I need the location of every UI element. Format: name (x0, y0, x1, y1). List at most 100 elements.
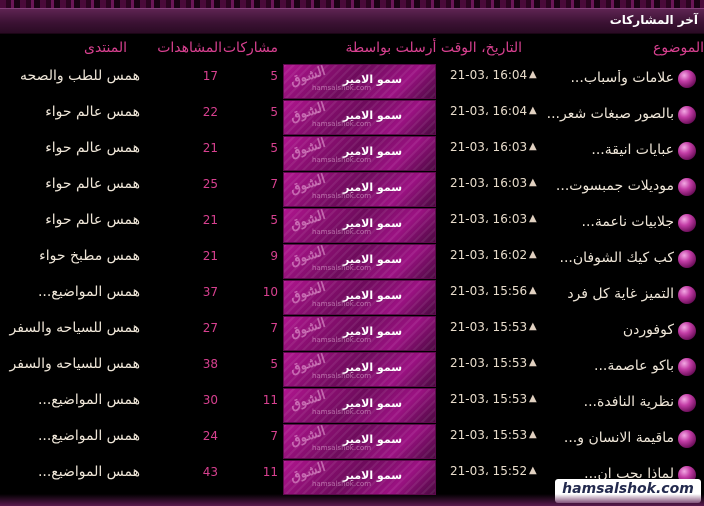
topic-link[interactable]: موديلات جمبسوت... (556, 178, 674, 194)
poster-card[interactable]: الشوق hamsalshok.com سمو الامير (283, 244, 436, 279)
triangle-up-icon[interactable]: ▲ (529, 69, 537, 80)
poster-name[interactable]: سمو الامير (284, 289, 437, 302)
post-date: 21-03، 15:53 (450, 392, 528, 406)
post-row: جلابيات ناعمة... ▲ 21-03، 16:03 الشوق hamsal… (0, 208, 704, 244)
poster-card[interactable]: الشوق hamsalshok.com سمو الامير (283, 316, 436, 351)
views-count: 27 (202, 321, 218, 335)
poster-card[interactable]: الشوق hamsalshok.com سمو الامير (283, 64, 436, 99)
views-count: 22 (202, 105, 218, 119)
poster-card[interactable]: الشوق hamsalshok.com سمو الامير (283, 208, 436, 243)
post-row: كوفوردن ▲ 21-03، 15:53 الشوق hamsalshok.com س… (0, 316, 704, 352)
pink-orb-icon (678, 142, 696, 160)
poster-name[interactable]: سمو الامير (284, 145, 437, 158)
header-views: المشاهدات (157, 40, 222, 56)
post-date: 21-03، 16:03 (450, 212, 528, 226)
poster-card[interactable]: الشوق hamsalshok.com سمو الامير (283, 424, 436, 459)
topic-link[interactable]: علامات وأسباب... (570, 70, 674, 86)
post-date: 21-03، 16:04 (450, 104, 528, 118)
pink-orb-icon (678, 106, 696, 124)
poster-card[interactable]: الشوق hamsalshok.com سمو الامير (283, 460, 436, 495)
topic-link[interactable]: كوفوردن (623, 322, 674, 338)
triangle-up-icon[interactable]: ▲ (529, 321, 537, 332)
posts-count: 5 (270, 105, 278, 119)
forum-link[interactable]: همس عالم حواء (45, 176, 140, 192)
triangle-up-icon[interactable]: ▲ (529, 105, 537, 116)
post-row: بالصور صبغات شعر... ▲ 21-03، 16:04 الشوق ham… (0, 100, 704, 136)
topic-link[interactable]: بالصور صبغات شعر... (547, 106, 674, 122)
triangle-up-icon[interactable]: ▲ (529, 249, 537, 260)
topic-link[interactable]: جلابيات ناعمة... (582, 214, 675, 230)
forum-link[interactable]: همس المواضيع... (38, 284, 140, 300)
forum-link[interactable]: همس عالم حواء (45, 212, 140, 228)
posts-count: 7 (270, 321, 278, 335)
poster-name[interactable]: سمو الامير (284, 469, 437, 482)
forum-link[interactable]: همس للسياحه والسفر (10, 356, 140, 372)
header-date: التاريخ، الوقت أرسلت بواسطة (345, 40, 522, 56)
poster-name[interactable]: سمو الامير (284, 253, 437, 266)
poster-card[interactable]: الشوق hamsalshok.com سمو الامير (283, 172, 436, 207)
posts-count: 10 (262, 285, 278, 299)
forum-link[interactable]: همس المواضيع... (38, 464, 140, 480)
post-row: التميز غاية كل فرد ▲ 21-03، 15:56 الشوق hams… (0, 280, 704, 316)
views-count: 17 (202, 69, 218, 83)
post-row: موديلات جمبسوت... ▲ 21-03، 16:03 الشوق hamsa… (0, 172, 704, 208)
poster-card[interactable]: الشوق hamsalshok.com سمو الامير (283, 280, 436, 315)
topic-link[interactable]: باكو عاصمة... (594, 358, 674, 374)
views-count: 25 (202, 177, 218, 191)
post-date: 21-03، 15:53 (450, 320, 528, 334)
poster-name[interactable]: سمو الامير (284, 181, 437, 194)
poster-name[interactable]: سمو الامير (284, 361, 437, 374)
post-row: علامات وأسباب... ▲ 21-03، 16:04 الشوق hamsal… (0, 64, 704, 100)
forum-link[interactable]: همس المواضيع... (38, 392, 140, 408)
block-title: آخر المشاركات (609, 13, 698, 27)
triangle-up-icon[interactable]: ▲ (529, 177, 537, 188)
poster-card[interactable]: الشوق hamsalshok.com سمو الامير (283, 100, 436, 135)
topic-link[interactable]: ماقيمة الانسان و... (564, 430, 674, 446)
post-row: باكو عاصمة... ▲ 21-03، 15:53 الشوق hamsalsho… (0, 352, 704, 388)
forum-link[interactable]: همس المواضيع... (38, 428, 140, 444)
forum-link[interactable]: همس عالم حواء (45, 104, 140, 120)
topic-link[interactable]: كب كيك الشوفان... (560, 250, 674, 266)
poster-card[interactable]: الشوق hamsalshok.com سمو الامير (283, 352, 436, 387)
posts-count: 11 (262, 393, 278, 407)
forum-link[interactable]: همس مطبخ حواء (39, 248, 140, 264)
views-count: 43 (202, 465, 218, 479)
forum-link[interactable]: همس عالم حواء (45, 140, 140, 156)
triangle-up-icon[interactable]: ▲ (529, 141, 537, 152)
poster-card[interactable]: الشوق hamsalshok.com سمو الامير (283, 136, 436, 171)
views-count: 21 (202, 213, 218, 227)
triangle-up-icon[interactable]: ▲ (529, 429, 537, 440)
post-date: 21-03، 15:53 (450, 356, 528, 370)
topic-link[interactable]: عبايات انيقة... (591, 142, 674, 158)
post-date: 21-03، 16:03 (450, 140, 528, 154)
triangle-up-icon[interactable]: ▲ (529, 213, 537, 224)
triangle-up-icon[interactable]: ▲ (529, 285, 537, 296)
post-row: ماقيمة الانسان و... ▲ 21-03، 15:53 الشوق ham… (0, 424, 704, 460)
pink-orb-icon (678, 358, 696, 376)
poster-name[interactable]: سمو الامير (284, 109, 437, 122)
topic-link[interactable]: التميز غاية كل فرد (567, 286, 674, 302)
triangle-up-icon[interactable]: ▲ (529, 357, 537, 368)
poster-name[interactable]: سمو الامير (284, 217, 437, 230)
forum-link[interactable]: همس للسياحه والسفر (10, 320, 140, 336)
views-count: 24 (202, 429, 218, 443)
post-row: نظرية النافدة... ▲ 21-03، 15:53 الشوق hamsal… (0, 388, 704, 424)
pink-orb-icon (678, 178, 696, 196)
views-count: 38 (202, 357, 218, 371)
block-title-bar: آخر المشاركات (0, 8, 704, 34)
poster-name[interactable]: سمو الامير (284, 397, 437, 410)
poster-name[interactable]: سمو الامير (284, 433, 437, 446)
posts-count: 5 (270, 69, 278, 83)
forum-link[interactable]: همس للطب والصحه (20, 68, 140, 84)
bottom-fade (0, 494, 704, 506)
triangle-up-icon[interactable]: ▲ (529, 393, 537, 404)
triangle-up-icon[interactable]: ▲ (529, 465, 537, 476)
pink-orb-icon (678, 394, 696, 412)
topic-link[interactable]: نظرية النافدة... (584, 394, 674, 410)
poster-name[interactable]: سمو الامير (284, 73, 437, 86)
poster-card[interactable]: الشوق hamsalshok.com سمو الامير (283, 388, 436, 423)
poster-name[interactable]: سمو الامير (284, 325, 437, 338)
views-count: 21 (202, 141, 218, 155)
post-date: 21-03، 15:52 (450, 464, 528, 478)
post-date: 21-03، 15:56 (450, 284, 528, 298)
